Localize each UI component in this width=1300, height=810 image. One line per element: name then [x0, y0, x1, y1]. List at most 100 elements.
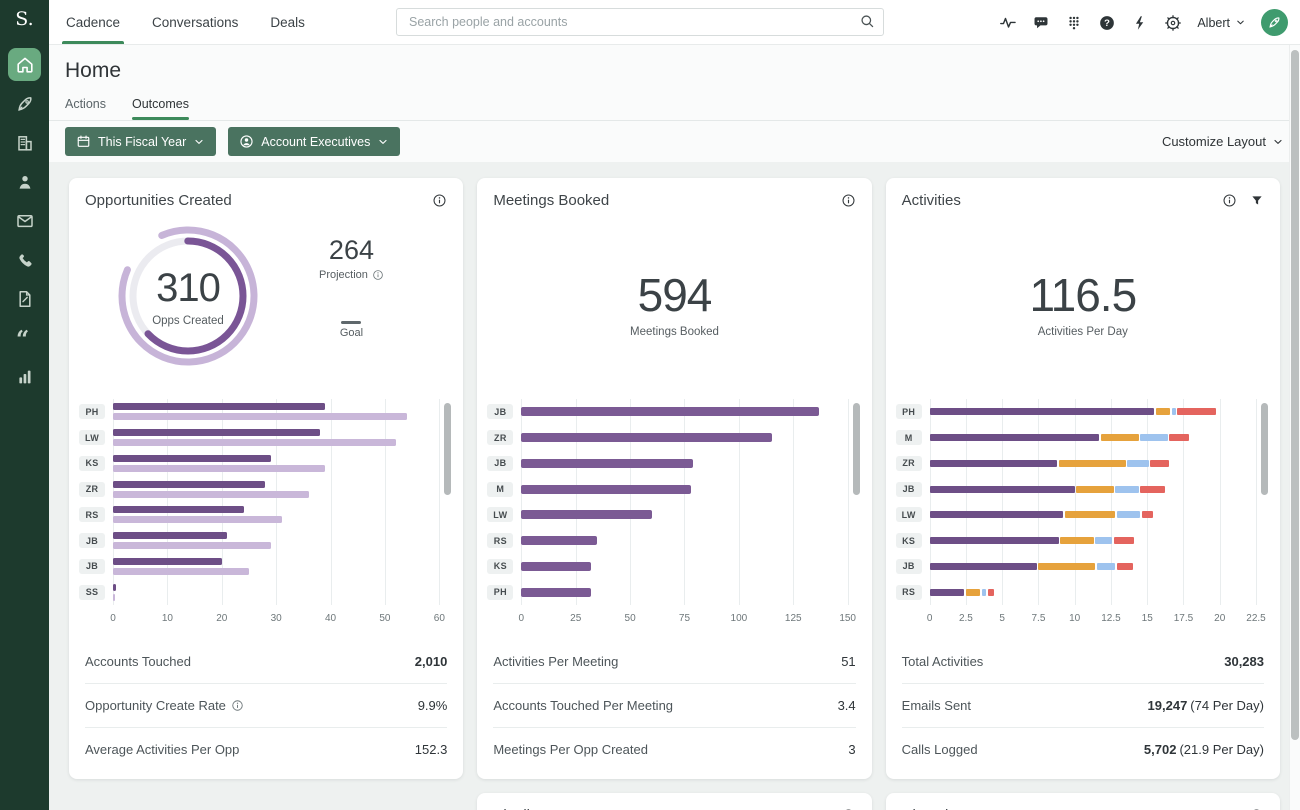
bar-segment[interactable] — [982, 589, 986, 596]
info-icon[interactable] — [841, 193, 856, 208]
help-icon[interactable] — [1098, 14, 1116, 32]
lightning-icon[interactable] — [1131, 14, 1149, 32]
bar-segment[interactable] — [988, 589, 994, 596]
bar-segment[interactable] — [930, 408, 1155, 415]
bar-segment[interactable] — [1142, 511, 1154, 518]
bar-segment[interactable] — [1156, 408, 1171, 415]
chart-scrollbar[interactable] — [853, 403, 860, 495]
filter-label: This Fiscal Year — [98, 135, 186, 149]
bar[interactable] — [113, 455, 271, 462]
bar[interactable] — [521, 588, 591, 597]
search-input[interactable] — [396, 8, 884, 36]
customize-layout-button[interactable]: Customize Layout — [1162, 134, 1284, 149]
date-range-filter-button[interactable]: This Fiscal Year — [65, 127, 216, 156]
bar[interactable] — [113, 558, 222, 565]
bar[interactable] — [113, 516, 282, 523]
bar[interactable] — [521, 485, 691, 494]
bar-segment[interactable] — [1095, 537, 1112, 544]
bar[interactable] — [113, 532, 227, 539]
bar[interactable] — [521, 407, 819, 416]
bar[interactable] — [521, 510, 652, 519]
bar[interactable] — [113, 439, 396, 446]
tab-outcomes[interactable]: Outcomes — [132, 97, 189, 120]
bar-segment[interactable] — [930, 563, 1037, 570]
sidebar-item-templates[interactable] — [8, 282, 41, 315]
stat-row: Emails Sent 19,247(74 Per Day) — [902, 683, 1264, 727]
nav-item-cadence[interactable]: Cadence — [62, 0, 124, 44]
avatar[interactable] — [1261, 9, 1288, 36]
x-tick-label: 2.5 — [959, 613, 973, 624]
bar[interactable] — [521, 536, 597, 545]
search-icon[interactable] — [859, 13, 876, 30]
app-logo[interactable]: S. — [0, 0, 49, 38]
bar[interactable] — [113, 429, 320, 436]
sidebar-item-cadences[interactable] — [8, 87, 41, 120]
bar-segment[interactable] — [966, 589, 981, 596]
chart-scrollbar[interactable] — [1261, 403, 1268, 495]
bar[interactable] — [521, 433, 771, 442]
bar-segment[interactable] — [1038, 563, 1095, 570]
bar-segment[interactable] — [1059, 460, 1126, 467]
bar-segment[interactable] — [1114, 537, 1134, 544]
activity-icon[interactable] — [999, 14, 1017, 32]
bar-segment[interactable] — [1172, 408, 1176, 415]
filter-funnel-icon[interactable] — [1250, 194, 1264, 208]
chart-scrollbar[interactable] — [444, 403, 451, 495]
bar-segment[interactable] — [1065, 511, 1116, 518]
bar-segment[interactable] — [930, 589, 965, 596]
bar-segment[interactable] — [1150, 460, 1169, 467]
chart-row: ZR — [79, 476, 439, 502]
bar-segment[interactable] — [1127, 460, 1149, 467]
tab-actions[interactable]: Actions — [65, 97, 106, 120]
bar[interactable] — [113, 403, 325, 410]
bar-segment[interactable] — [1076, 486, 1114, 493]
bar[interactable] — [113, 594, 115, 601]
bar-segment[interactable] — [930, 434, 1100, 441]
nav-item-conversations[interactable]: Conversations — [148, 0, 242, 44]
page-scrollbar-thumb[interactable] — [1291, 50, 1299, 740]
bar-segment[interactable] — [1140, 434, 1168, 441]
sidebar-item-email[interactable] — [8, 204, 41, 237]
bar-segment[interactable] — [930, 537, 1059, 544]
bar-segment[interactable] — [1140, 486, 1165, 493]
bar[interactable] — [113, 413, 407, 420]
info-icon[interactable] — [372, 269, 384, 281]
bar[interactable] — [113, 542, 271, 549]
bar-segment[interactable] — [930, 511, 1063, 518]
bar[interactable] — [113, 491, 309, 498]
page-scrollbar[interactable] — [1289, 45, 1300, 810]
sidebar-item-people[interactable] — [8, 165, 41, 198]
bar[interactable] — [113, 584, 116, 591]
bar-segment[interactable] — [1097, 563, 1116, 570]
info-icon[interactable] — [1222, 193, 1237, 208]
bar[interactable] — [113, 506, 244, 513]
dialpad-icon[interactable] — [1065, 14, 1083, 32]
team-filter-button[interactable]: Account Executives — [228, 127, 400, 156]
bar-segment[interactable] — [1169, 434, 1189, 441]
bar[interactable] — [521, 562, 591, 571]
bar[interactable] — [113, 568, 249, 575]
bar[interactable] — [113, 465, 325, 472]
bar-segment[interactable] — [1177, 408, 1216, 415]
sidebar-item-calls[interactable] — [8, 243, 41, 276]
sidebar-item-snippets[interactable] — [8, 321, 41, 354]
bar-segment[interactable] — [1117, 511, 1140, 518]
bar-segment[interactable] — [930, 486, 1075, 493]
bar-segment[interactable] — [1060, 537, 1093, 544]
sidebar-item-home[interactable] — [8, 48, 41, 81]
bar-segment[interactable] — [930, 460, 1058, 467]
opps-donut-chart: 310 Opps Created — [113, 221, 263, 371]
sidebar-item-accounts[interactable] — [8, 126, 41, 159]
settings-icon[interactable] — [1164, 14, 1182, 32]
sidebar-item-analytics[interactable] — [8, 360, 41, 393]
bar[interactable] — [113, 481, 265, 488]
info-icon[interactable] — [432, 193, 447, 208]
nav-item-deals[interactable]: Deals — [266, 0, 309, 44]
bar-segment[interactable] — [1101, 434, 1139, 441]
user-menu[interactable]: Albert — [1197, 16, 1246, 30]
info-icon[interactable] — [231, 699, 244, 712]
bar-segment[interactable] — [1115, 486, 1138, 493]
bar-segment[interactable] — [1117, 563, 1133, 570]
chat-icon[interactable] — [1032, 14, 1050, 32]
bar[interactable] — [521, 459, 693, 468]
